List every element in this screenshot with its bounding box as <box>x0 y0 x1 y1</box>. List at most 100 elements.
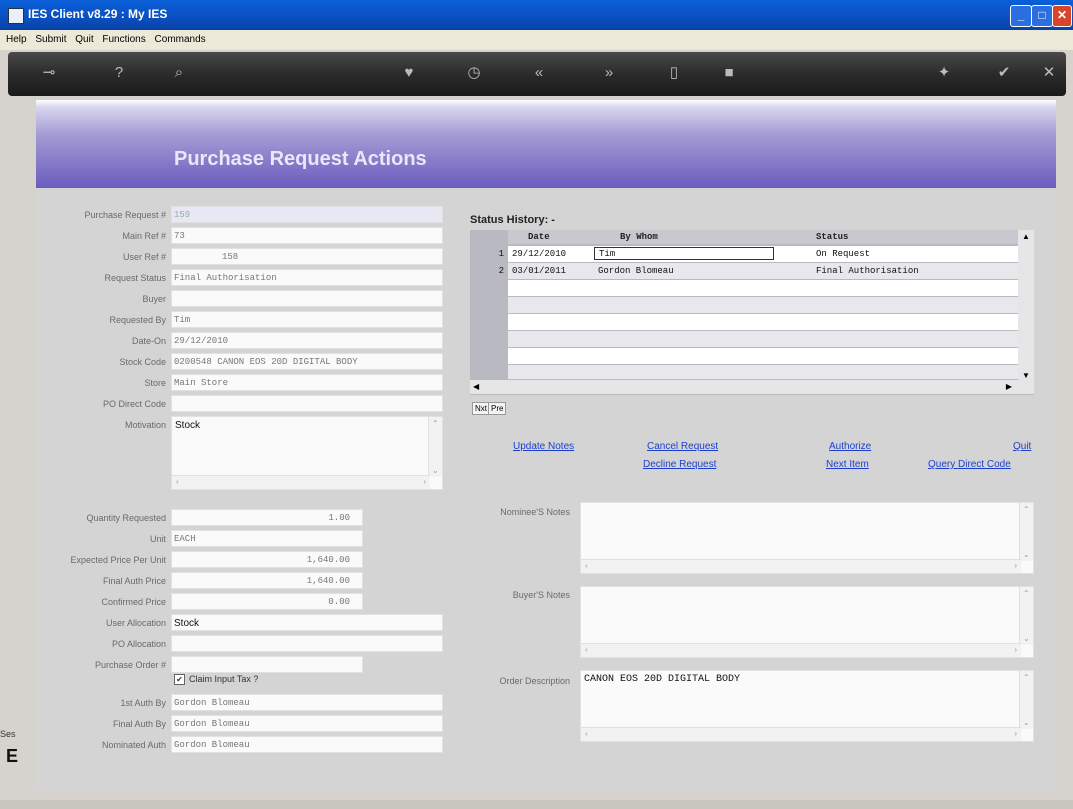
scroll-right-icon[interactable]: › <box>1014 561 1017 570</box>
field-expected-price[interactable]: 1,640.00 <box>171 551 363 568</box>
horizontal-scrollbar[interactable]: ‹ › <box>581 727 1021 741</box>
field-1st-auth-by[interactable]: Gordon Blomeau <box>171 694 443 711</box>
field-purchase-request[interactable]: 159 <box>171 206 443 223</box>
field-final-auth-by[interactable]: Gordon Blomeau <box>171 715 443 732</box>
vertical-scrollbar[interactable]: ⌃ ⌄ <box>1019 587 1033 645</box>
vertical-scrollbar[interactable]: ⌃ ⌄ <box>428 417 442 477</box>
menu-commands[interactable]: Commands <box>155 34 206 45</box>
quit-link[interactable]: Quit <box>1013 441 1031 452</box>
scroll-left-icon[interactable]: ‹ <box>585 645 588 654</box>
scroll-right-icon[interactable]: › <box>1014 645 1017 654</box>
order-description-textarea[interactable]: CANON EOS 20D DIGITAL BODY ⌃ ⌄ ‹ › <box>580 670 1034 742</box>
field-stock-code[interactable]: 0200548 CANON EOS 20D DIGITAL BODY <box>171 353 443 370</box>
label-quantity-requested: Quantity Requested <box>86 513 166 523</box>
settings-icon[interactable]: ✦ <box>933 62 955 84</box>
horizontal-scrollbar[interactable]: ‹ › <box>581 559 1021 573</box>
column-date[interactable]: Date <box>528 232 550 242</box>
vertical-scrollbar[interactable]: ⌃ ⌄ <box>1019 503 1033 561</box>
motivation-textarea[interactable]: Stock ⌃ ⌄ ‹ › <box>171 416 443 490</box>
menu-submit[interactable]: Submit <box>35 34 66 45</box>
clock-icon[interactable]: ◷ <box>463 62 485 84</box>
nominee-notes-textarea[interactable]: ⌃ ⌄ ‹ › <box>580 502 1034 574</box>
column-status[interactable]: Status <box>816 232 848 242</box>
table-row[interactable]: 03/01/2011 Gordon Blomeau Final Authoris… <box>508 263 1018 279</box>
scroll-right-icon[interactable]: › <box>423 477 426 486</box>
forward-icon[interactable]: » <box>598 62 620 84</box>
scroll-down-icon[interactable]: ⌄ <box>1023 634 1030 643</box>
field-user-ref[interactable]: 158 <box>171 248 443 265</box>
claim-input-tax-checkbox[interactable]: ✔ Claim Input Tax ? <box>174 674 259 686</box>
field-user-allocation[interactable]: Stock <box>171 614 443 631</box>
scroll-up-icon[interactable]: ⌃ <box>432 419 439 428</box>
label-purchase-order: Purchase Order # <box>94 660 166 670</box>
scroll-down-icon[interactable]: ⌄ <box>1023 718 1030 727</box>
query-direct-code-link[interactable]: Query Direct Code <box>928 459 1011 470</box>
grid-vertical-scrollbar[interactable]: ▲ ▼ <box>1018 230 1034 382</box>
scroll-left-icon[interactable]: ‹ <box>585 561 588 570</box>
decline-request-link[interactable]: Decline Request <box>643 459 716 470</box>
update-notes-link[interactable]: Update Notes <box>513 441 574 452</box>
stop-icon[interactable]: ■ <box>718 62 740 84</box>
menu-help[interactable]: Help <box>6 34 27 45</box>
label-confirmed-price: Confirmed Price <box>101 597 166 607</box>
scroll-left-icon[interactable]: ‹ <box>585 729 588 738</box>
scroll-down-icon[interactable]: ▼ <box>1022 371 1030 380</box>
buyer-notes-textarea[interactable]: ⌃ ⌄ ‹ › <box>580 586 1034 658</box>
authorize-link[interactable]: Authorize <box>829 441 871 452</box>
close-window-button[interactable]: ✕ <box>1052 5 1072 27</box>
field-po-allocation[interactable] <box>171 635 443 652</box>
label-order-description: Order Description <box>499 676 570 686</box>
field-purchase-order[interactable] <box>171 656 363 673</box>
column-by-whom[interactable]: By Whom <box>620 232 658 242</box>
search-icon[interactable]: ⌕ <box>168 62 190 84</box>
scroll-down-icon[interactable]: ⌄ <box>432 466 439 475</box>
horizontal-scrollbar[interactable]: ‹ › <box>172 475 430 489</box>
minimize-button[interactable]: _ <box>1010 5 1032 27</box>
scroll-up-icon[interactable]: ⌃ <box>1023 505 1030 514</box>
document-icon[interactable]: ▯ <box>663 62 685 84</box>
back-icon[interactable]: « <box>528 62 550 84</box>
scroll-up-icon[interactable]: ⌃ <box>1023 673 1030 682</box>
claim-input-tax-label: Claim Input Tax ? <box>189 674 259 684</box>
grid-horizontal-scrollbar[interactable]: ◀ ▶ <box>470 380 1034 394</box>
label-store: Store <box>144 378 166 388</box>
label-buyer-notes: Buyer'S Notes <box>512 590 570 600</box>
field-store[interactable]: Main Store <box>171 374 443 391</box>
maximize-button[interactable]: □ <box>1031 5 1053 27</box>
field-final-auth-price[interactable]: 1,640.00 <box>171 572 363 589</box>
checkbox-check-icon[interactable]: ✔ <box>174 674 185 686</box>
help-icon[interactable]: ? <box>108 62 130 84</box>
field-date-on[interactable]: 29/12/2010 <box>171 332 443 349</box>
next-item-link[interactable]: Next Item <box>826 459 869 470</box>
previous-button[interactable]: Pre <box>488 402 507 415</box>
field-request-status[interactable]: Final Authorisation <box>171 269 443 286</box>
heart-icon[interactable]: ♥ <box>398 62 420 84</box>
field-buyer[interactable] <box>171 290 443 307</box>
close-icon[interactable]: ✕ <box>1038 62 1060 84</box>
scroll-right-icon[interactable]: ▶ <box>1006 382 1012 391</box>
status-history-title: Status History: - <box>470 214 555 226</box>
scroll-up-icon[interactable]: ▲ <box>1022 232 1030 241</box>
scroll-left-icon[interactable]: ‹ <box>176 477 179 486</box>
field-po-direct-code[interactable] <box>171 395 443 412</box>
sidebar-letter: E <box>6 746 19 766</box>
check-icon[interactable]: ✔ <box>993 62 1015 84</box>
cell-by-whom[interactable]: Tim <box>594 247 774 260</box>
field-confirmed-price[interactable]: 0.00 <box>171 593 363 610</box>
field-main-ref[interactable]: 73 <box>171 227 443 244</box>
scroll-right-icon[interactable]: › <box>1014 729 1017 738</box>
scroll-left-icon[interactable]: ◀ <box>473 382 479 391</box>
vertical-scrollbar[interactable]: ⌃ ⌄ <box>1019 671 1033 729</box>
menu-functions[interactable]: Functions <box>102 34 145 45</box>
scroll-down-icon[interactable]: ⌄ <box>1023 550 1030 559</box>
field-requested-by[interactable]: Tim <box>171 311 443 328</box>
table-row[interactable]: 29/12/2010 Tim On Request <box>508 246 1018 262</box>
field-quantity-requested[interactable]: 1.00 <box>171 509 363 526</box>
field-unit[interactable]: EACH <box>171 530 363 547</box>
cancel-request-link[interactable]: Cancel Request <box>647 441 718 452</box>
field-nominated-auth[interactable]: Gordon Blomeau <box>171 736 443 753</box>
menu-quit[interactable]: Quit <box>75 34 93 45</box>
key-icon[interactable]: ⊸ <box>38 62 60 84</box>
horizontal-scrollbar[interactable]: ‹ › <box>581 643 1021 657</box>
scroll-up-icon[interactable]: ⌃ <box>1023 589 1030 598</box>
